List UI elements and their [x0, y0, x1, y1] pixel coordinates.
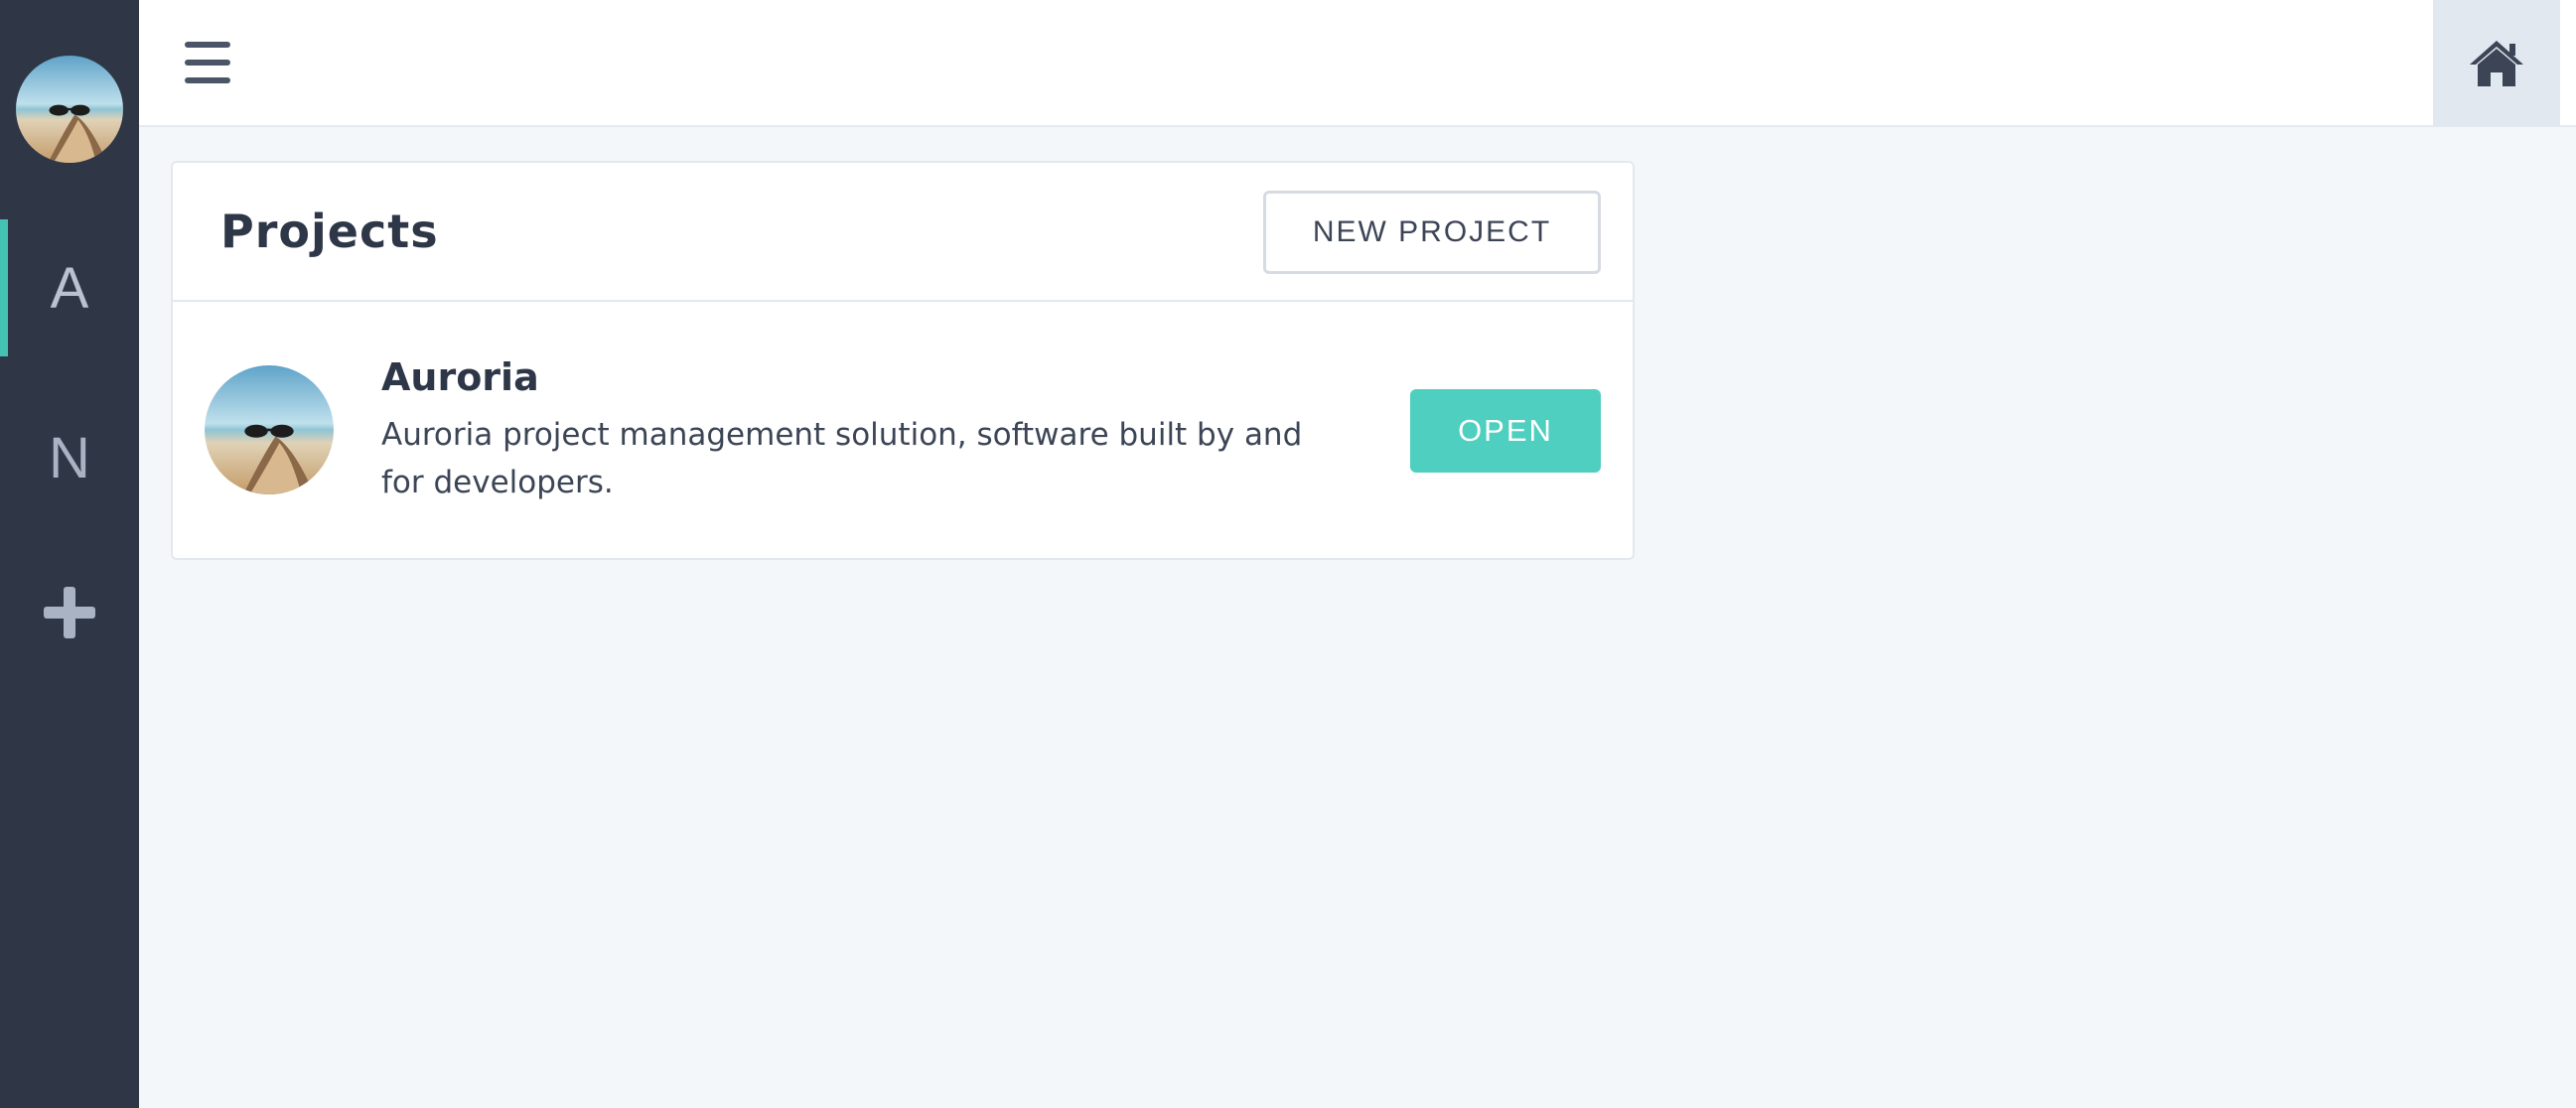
hamburger-icon-line: [185, 60, 230, 66]
home-button[interactable]: [2433, 0, 2560, 127]
avatar-image-icon: [16, 56, 123, 163]
new-project-button[interactable]: NEW PROJECT: [1263, 191, 1601, 274]
project-image-icon: [205, 365, 334, 494]
plus-icon: [44, 587, 95, 638]
hamburger-icon-line: [185, 42, 230, 48]
sidebar-item-label: N: [49, 425, 90, 490]
page-title: Projects: [220, 205, 439, 258]
menu-toggle-button[interactable]: [185, 42, 230, 83]
project-name: Auroria: [381, 355, 539, 399]
project-description: Auroria project management solution, sof…: [381, 417, 1303, 500]
open-project-button[interactable]: OPEN: [1410, 389, 1601, 473]
add-workspace-button[interactable]: [40, 583, 99, 642]
hamburger-icon-line: [185, 77, 230, 83]
list-item: Auroria Auroria project management solut…: [173, 302, 1633, 562]
topbar: [139, 0, 2576, 127]
sidebar: A N: [0, 0, 139, 1108]
card-header: Projects NEW PROJECT: [173, 163, 1633, 302]
sidebar-item-n[interactable]: N: [0, 389, 139, 526]
user-avatar[interactable]: [16, 56, 123, 163]
sidebar-item-label: A: [50, 255, 89, 321]
sidebar-item-a[interactable]: A: [0, 219, 139, 356]
projects-card: Projects NEW PROJECT Auroria Auroria pro…: [171, 161, 1635, 560]
app: A N Projects NEW PROJECT Auroria Auroria…: [0, 0, 2576, 1108]
home-icon: [2470, 41, 2523, 86]
project-avatar: [205, 365, 334, 494]
